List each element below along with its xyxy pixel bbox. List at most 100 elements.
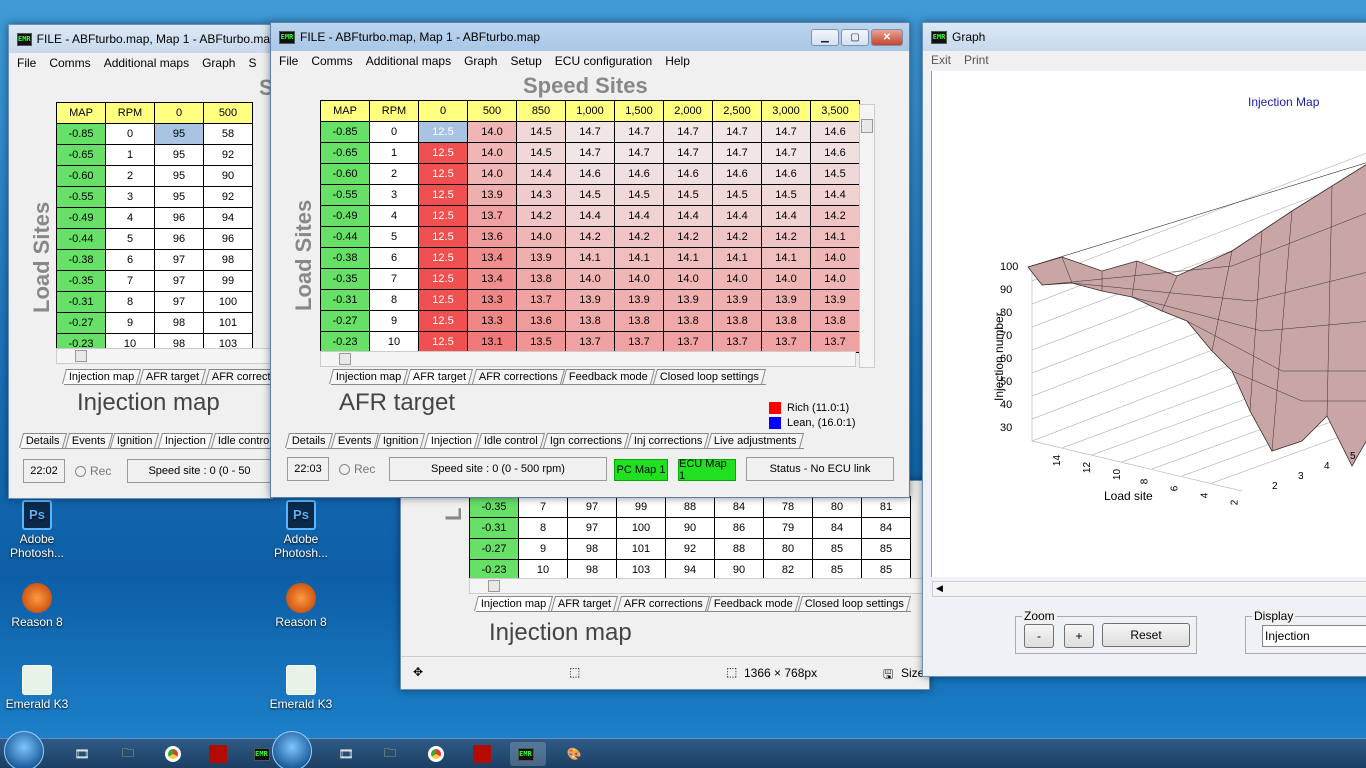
map-cell[interactable]: -0.55 — [56, 186, 106, 208]
afr-cell[interactable]: 14.4 — [565, 205, 615, 227]
scroll-left-icon[interactable]: ◀ — [936, 583, 943, 594]
value-cell[interactable]: 96 — [154, 228, 204, 250]
start-button[interactable] — [4, 731, 44, 768]
afr-cell[interactable]: 13.7 — [516, 289, 566, 311]
rpm-cell[interactable]: 1 — [105, 144, 155, 166]
taskbar-emr-icon-2[interactable]: EMR — [510, 742, 546, 766]
maximize-button[interactable]: ▢ — [841, 29, 869, 46]
afr-cell[interactable]: 13.3 — [467, 310, 517, 332]
afr-cell[interactable]: 13.7 — [663, 331, 713, 353]
afr-cell[interactable]: 14.0 — [467, 121, 517, 143]
column-header[interactable]: 1,000 — [565, 100, 615, 122]
afr-cell[interactable]: 14.7 — [663, 142, 713, 164]
value-cell[interactable]: 81 — [861, 496, 911, 518]
graph-horizontal-scrollbar[interactable]: ◀ — [932, 581, 1366, 597]
afr-cell[interactable]: 13.8 — [712, 310, 762, 332]
afr-cell[interactable]: 14.0 — [761, 268, 811, 290]
column-header[interactable]: 500 — [203, 102, 253, 124]
column-header[interactable]: MAP — [320, 100, 370, 122]
afr-cell[interactable]: 13.9 — [810, 289, 860, 311]
afr-cell[interactable]: 12.5 — [418, 289, 468, 311]
afr-cell[interactable]: 14.6 — [614, 163, 664, 185]
back-menu-additional-maps[interactable]: Additional maps — [102, 56, 191, 70]
map-cell[interactable]: -0.55 — [320, 184, 370, 206]
map-cell[interactable]: -0.35 — [56, 270, 106, 292]
middle-sub-tab-afr-corrections[interactable]: AFR corrections — [616, 596, 710, 611]
value-cell[interactable]: 96 — [154, 207, 204, 229]
afr-cell[interactable]: 14.5 — [761, 184, 811, 206]
rpm-cell[interactable]: 6 — [369, 247, 419, 269]
front-menu-graph[interactable]: Graph — [462, 54, 499, 68]
afr-cell[interactable]: 13.7 — [614, 331, 664, 353]
back-menu-comms[interactable]: Comms — [47, 56, 92, 70]
column-header[interactable]: 850 — [516, 100, 566, 122]
column-header[interactable]: 3,500 — [810, 100, 860, 122]
column-header[interactable]: 500 — [467, 100, 517, 122]
afr-cell[interactable]: 14.7 — [565, 142, 615, 164]
afr-cell[interactable]: 14.0 — [663, 268, 713, 290]
afr-cell[interactable]: 12.5 — [418, 247, 468, 269]
value-cell[interactable]: 101 — [203, 312, 253, 334]
back-main-tab-events[interactable]: Events — [64, 433, 113, 448]
value-cell[interactable]: 92 — [203, 144, 253, 166]
afr-cell[interactable]: 14.2 — [614, 226, 664, 248]
map-cell[interactable]: -0.27 — [56, 312, 106, 334]
value-cell[interactable]: 99 — [616, 496, 666, 518]
map-cell[interactable]: -0.85 — [56, 123, 106, 145]
value-cell[interactable]: 98 — [203, 249, 253, 271]
back-main-tab-details[interactable]: Details — [18, 433, 67, 448]
rpm-cell[interactable]: 4 — [105, 207, 155, 229]
rpm-cell[interactable]: 8 — [369, 289, 419, 311]
value-cell[interactable]: 95 — [154, 123, 204, 145]
reset-button[interactable]: Reset — [1102, 623, 1190, 647]
afr-cell[interactable]: 14.0 — [516, 226, 566, 248]
back-main-tab-idle-control[interactable]: Idle control — [210, 433, 272, 448]
afr-cell[interactable]: 13.6 — [516, 310, 566, 332]
afr-cell[interactable]: 13.4 — [467, 247, 517, 269]
value-cell[interactable]: 100 — [203, 291, 253, 313]
rpm-cell[interactable]: 0 — [105, 123, 155, 145]
value-cell[interactable]: 98 — [567, 538, 617, 560]
value-cell[interactable]: 97 — [567, 496, 617, 518]
afr-cell[interactable]: 14.1 — [614, 247, 664, 269]
graph-title-bar[interactable]: EMR Graph — [923, 23, 1366, 51]
front-horizontal-scrollbar[interactable] — [320, 351, 856, 367]
value-cell[interactable]: 85 — [812, 538, 862, 560]
afr-cell[interactable]: 12.5 — [418, 268, 468, 290]
afr-cell[interactable]: 14.6 — [810, 121, 860, 143]
afr-cell[interactable]: 14.4 — [810, 184, 860, 206]
afr-cell[interactable]: 14.1 — [810, 226, 860, 248]
map-cell[interactable]: -0.85 — [320, 121, 370, 143]
rpm-cell[interactable]: 2 — [369, 163, 419, 185]
back-sub-tab-afr-target[interactable]: AFR target — [139, 369, 207, 384]
afr-cell[interactable]: 14.6 — [565, 163, 615, 185]
desktop-icon-emerald[interactable]: Emerald K3 — [2, 665, 72, 711]
afr-cell[interactable]: 14.0 — [614, 268, 664, 290]
taskbar-media-icon[interactable]: 🎞 — [64, 742, 100, 766]
front-sub-tab-closed-loop-settings[interactable]: Closed loop settings — [653, 369, 767, 384]
afr-cell[interactable]: 14.2 — [810, 205, 860, 227]
map-cell[interactable]: -0.27 — [320, 310, 370, 332]
front-main-tab-inj-corrections[interactable]: Inj corrections — [626, 433, 710, 448]
back-rec[interactable]: Rec — [75, 464, 111, 478]
map-cell[interactable]: -0.65 — [56, 144, 106, 166]
start-button-2[interactable] — [272, 731, 312, 768]
value-cell[interactable]: 99 — [203, 270, 253, 292]
map-cell[interactable]: -0.49 — [320, 205, 370, 227]
afr-cell[interactable]: 12.5 — [418, 226, 468, 248]
front-main-tab-live-adjustments[interactable]: Live adjustments — [707, 433, 804, 448]
value-cell[interactable]: 97 — [567, 517, 617, 539]
front-menu-comms[interactable]: Comms — [309, 54, 354, 68]
value-cell[interactable]: 97 — [154, 291, 204, 313]
zoom-in-button[interactable]: + — [1064, 624, 1094, 648]
map-cell[interactable]: -0.23 — [320, 331, 370, 353]
afr-cell[interactable]: 12.5 — [418, 184, 468, 206]
front-sub-tab-feedback-mode[interactable]: Feedback mode — [562, 369, 656, 384]
afr-cell[interactable]: 13.9 — [467, 184, 517, 206]
front-main-tab-ignition[interactable]: Ignition — [376, 433, 426, 448]
rpm-cell[interactable]: 0 — [369, 121, 419, 143]
value-cell[interactable]: 97 — [154, 249, 204, 271]
back-sub-tab-injection-map[interactable]: Injection map — [61, 369, 142, 384]
afr-cell[interactable]: 14.3 — [516, 184, 566, 206]
map-cell[interactable]: -0.31 — [56, 291, 106, 313]
